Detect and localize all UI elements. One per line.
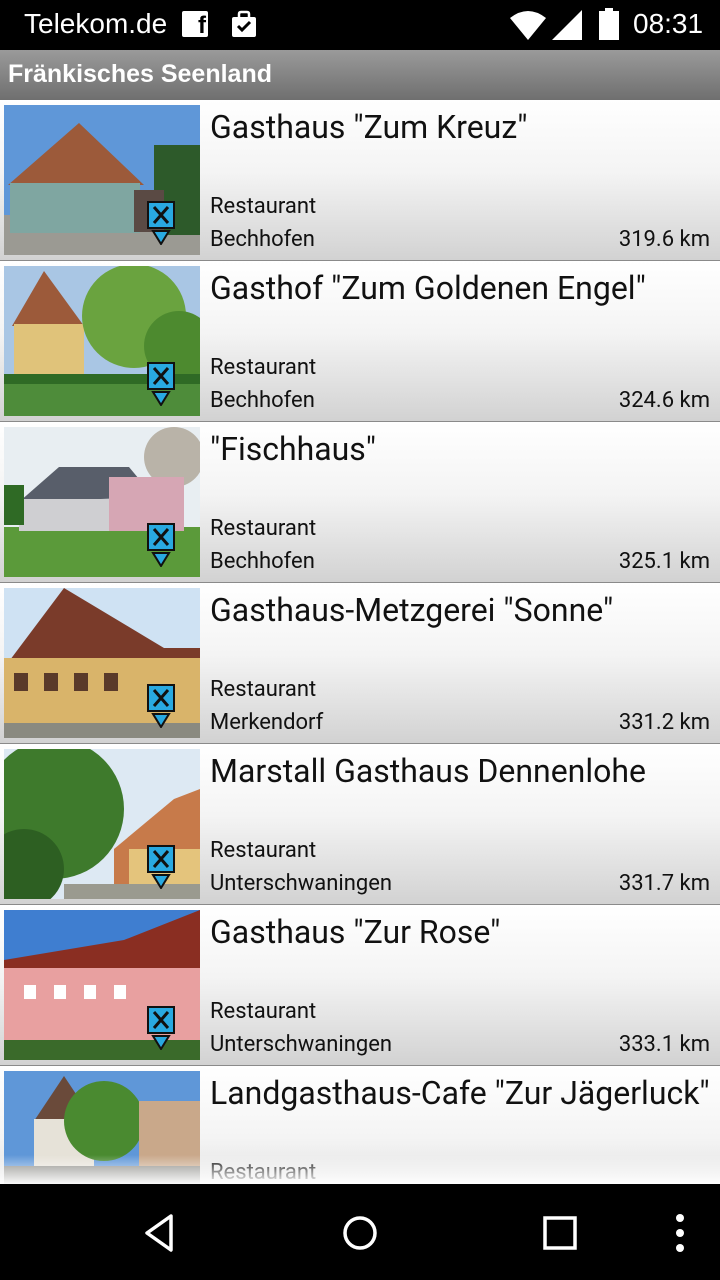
restaurant-type: Restaurant (210, 516, 317, 541)
page-title: Fränkisches Seenland (8, 60, 273, 88)
carrier-label: Telekom.de (24, 8, 168, 39)
list-item[interactable]: Gasthaus "Zum Kreuz" Restaurant Bechhofe… (0, 100, 720, 261)
restaurant-photo (4, 588, 200, 738)
restaurant-name: Gasthof "Zum Goldenen Engel" (210, 269, 646, 307)
restaurant-pin-icon (147, 523, 175, 567)
list-item[interactable]: "Fischhaus" Restaurant Bechhofen 325.1 k… (0, 422, 720, 583)
navigation-bar (0, 1184, 720, 1280)
restaurant-photo (4, 910, 200, 1060)
home-icon[interactable] (337, 1210, 383, 1256)
restaurant-type: Restaurant (210, 355, 317, 380)
restaurant-list[interactable]: Gasthaus "Zum Kreuz" Restaurant Bechhofe… (0, 100, 720, 1184)
restaurant-distance: 325.1 km (618, 549, 710, 574)
restaurant-photo (4, 266, 200, 416)
back-icon[interactable] (137, 1210, 183, 1256)
clock: 08:31 (633, 8, 704, 39)
restaurant-location: Merkendorf (210, 710, 324, 735)
app-header: Fränkisches Seenland (0, 50, 720, 100)
restaurant-photo (4, 1071, 200, 1184)
restaurant-type: Restaurant (210, 677, 317, 702)
restaurant-distance: 333.1 km (618, 1032, 710, 1057)
restaurant-name: Gasthaus-Metzgerei "Sonne" (210, 591, 614, 629)
restaurant-photo (4, 749, 200, 899)
restaurant-pin-icon (147, 845, 175, 889)
overflow-menu-icon[interactable] (657, 1210, 703, 1256)
wifi-icon (510, 11, 546, 40)
signal-icon (552, 10, 582, 40)
restaurant-location: Bechhofen (210, 549, 315, 574)
restaurant-name: Marstall Gasthaus Dennenlohe (210, 752, 646, 790)
restaurant-photo (4, 427, 200, 577)
restaurant-name: Landgasthaus-Cafe "Zur Jägerluck" (210, 1074, 710, 1112)
restaurant-distance: 324.6 km (618, 388, 710, 413)
restaurant-distance: 331.7 km (618, 871, 710, 896)
list-item[interactable]: Gasthof "Zum Goldenen Engel" Restaurant … (0, 261, 720, 422)
restaurant-name: Gasthaus "Zur Rose" (210, 913, 501, 951)
restaurant-location: Bechhofen (210, 388, 315, 413)
restaurant-location: Unterschwaningen (210, 871, 393, 896)
restaurant-pin-icon (147, 684, 175, 728)
restaurant-pin-icon (147, 1006, 175, 1050)
recents-icon[interactable] (537, 1210, 583, 1256)
restaurant-pin-icon (147, 362, 175, 406)
restaurant-photo (4, 105, 200, 255)
restaurant-distance: 331.2 km (618, 710, 710, 735)
restaurant-location: Unterschwaningen (210, 1032, 393, 1057)
restaurant-name: Gasthaus "Zum Kreuz" (210, 108, 528, 146)
list-item[interactable]: Marstall Gasthaus Dennenlohe Restaurant … (0, 744, 720, 905)
restaurant-name: "Fischhaus" (210, 430, 377, 468)
restaurant-type: Restaurant (210, 1160, 317, 1184)
list-item[interactable]: Landgasthaus-Cafe "Zur Jägerluck" Restau… (0, 1066, 720, 1184)
restaurant-type: Restaurant (210, 999, 317, 1024)
status-bar: Telekom.de f 08:31 (0, 0, 720, 50)
battery-icon (599, 8, 619, 40)
restaurant-location: Bechhofen (210, 227, 315, 252)
list-item[interactable]: Gasthaus "Zur Rose" Restaurant Unterschw… (0, 905, 720, 1066)
restaurant-type: Restaurant (210, 194, 317, 219)
restaurant-distance: 319.6 km (618, 227, 710, 252)
restaurant-pin-icon (147, 201, 175, 245)
list-item[interactable]: Gasthaus-Metzgerei "Sonne" Restaurant Me… (0, 583, 720, 744)
shopping-bag-icon (232, 10, 256, 37)
facebook-icon: f (182, 11, 208, 38)
restaurant-type: Restaurant (210, 838, 317, 863)
